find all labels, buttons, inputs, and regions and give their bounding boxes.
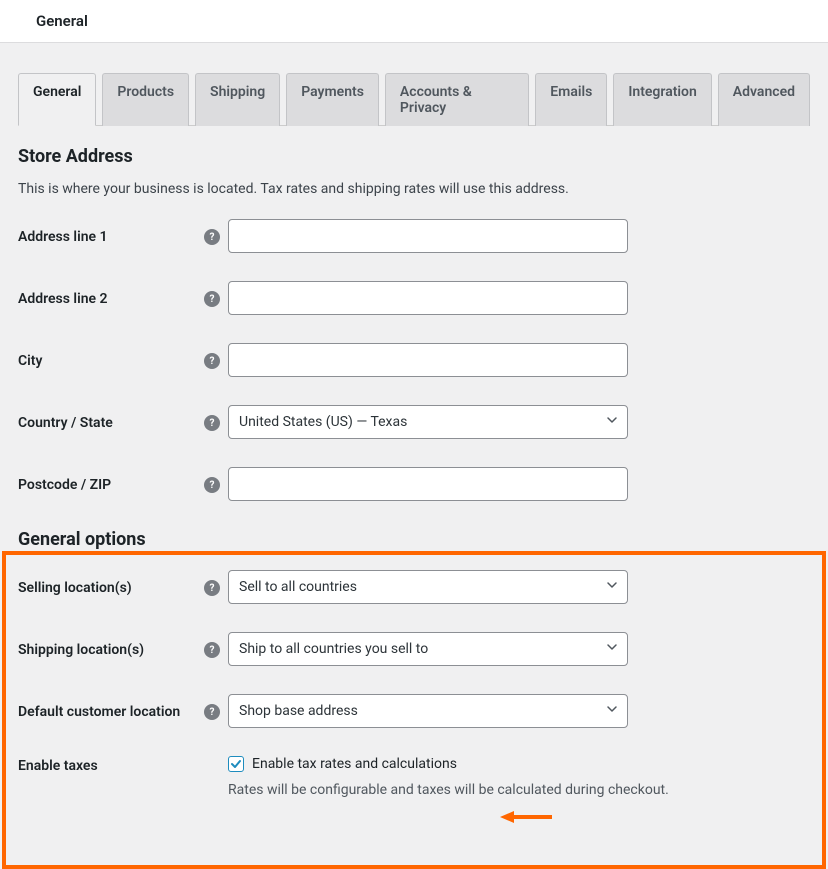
row-enable-taxes: Enable taxes Enable tax rates and calcul…: [18, 756, 810, 798]
help-icon[interactable]: ?: [204, 415, 220, 431]
tab-products[interactable]: Products: [102, 73, 189, 126]
help-icon[interactable]: ?: [204, 229, 220, 245]
settings-tabs: General Products Shipping Payments Accou…: [18, 73, 810, 126]
row-postcode: Postcode / ZIP ?: [18, 467, 810, 501]
label-postcode: Postcode / ZIP: [18, 477, 111, 493]
help-icon[interactable]: ?: [204, 704, 220, 720]
tab-integration[interactable]: Integration: [613, 73, 711, 126]
select-country[interactable]: United States (US) — Texas: [228, 405, 628, 439]
help-icon[interactable]: ?: [204, 291, 220, 307]
input-city[interactable]: [228, 343, 628, 377]
label-country: Country / State: [18, 415, 113, 431]
row-address1: Address line 1 ?: [18, 219, 810, 253]
annotation-arrow-icon: [500, 809, 552, 829]
tab-payments[interactable]: Payments: [286, 73, 379, 126]
label-default-location: Default customer location: [18, 704, 180, 720]
enable-taxes-desc: Rates will be configurable and taxes wil…: [228, 782, 810, 798]
select-default-value: Shop base address: [239, 703, 358, 719]
label-shipping-location: Shipping location(s): [18, 642, 144, 658]
input-address2[interactable]: [228, 281, 628, 315]
input-address1[interactable]: [228, 219, 628, 253]
top-bar-title: General: [36, 12, 88, 30]
label-address1: Address line 1: [18, 229, 108, 245]
tab-general[interactable]: General: [18, 73, 96, 126]
help-icon[interactable]: ?: [204, 642, 220, 658]
select-country-value: United States (US) — Texas: [239, 414, 407, 430]
select-selling-location[interactable]: Sell to all countries: [228, 570, 628, 604]
row-address2: Address line 2 ?: [18, 281, 810, 315]
content-area: General Products Shipping Payments Accou…: [0, 43, 828, 844]
store-address-desc: This is where your business is located. …: [18, 181, 810, 197]
row-country: Country / State ? United States (US) — T…: [18, 405, 810, 439]
row-selling-location: Selling location(s) ? Sell to all countr…: [18, 570, 810, 604]
tab-accounts-privacy[interactable]: Accounts & Privacy: [385, 73, 529, 126]
label-city: City: [18, 353, 42, 369]
help-icon[interactable]: ?: [204, 580, 220, 596]
select-selling-value: Sell to all countries: [239, 579, 357, 595]
select-shipping-location[interactable]: Ship to all countries you sell to: [228, 632, 628, 666]
label-selling-location: Selling location(s): [18, 580, 132, 596]
label-enable-taxes: Enable taxes: [18, 758, 98, 774]
help-icon[interactable]: ?: [204, 477, 220, 493]
select-shipping-value: Ship to all countries you sell to: [239, 641, 428, 657]
tab-emails[interactable]: Emails: [535, 73, 607, 126]
help-icon[interactable]: ?: [204, 353, 220, 369]
input-postcode[interactable]: [228, 467, 628, 501]
row-city: City ?: [18, 343, 810, 377]
row-shipping-location: Shipping location(s) ? Ship to all count…: [18, 632, 810, 666]
label-address2: Address line 2: [18, 291, 108, 307]
tab-shipping[interactable]: Shipping: [195, 73, 280, 126]
select-default-location[interactable]: Shop base address: [228, 694, 628, 728]
checkbox-enable-taxes[interactable]: [228, 756, 244, 772]
general-options-title: General options: [18, 529, 810, 550]
top-bar: General: [0, 0, 828, 43]
row-default-location: Default customer location ? Shop base ad…: [18, 694, 810, 728]
tab-advanced[interactable]: Advanced: [718, 73, 810, 126]
checkbox-enable-taxes-label[interactable]: Enable tax rates and calculations: [252, 756, 457, 772]
store-address-title: Store Address: [18, 146, 810, 167]
